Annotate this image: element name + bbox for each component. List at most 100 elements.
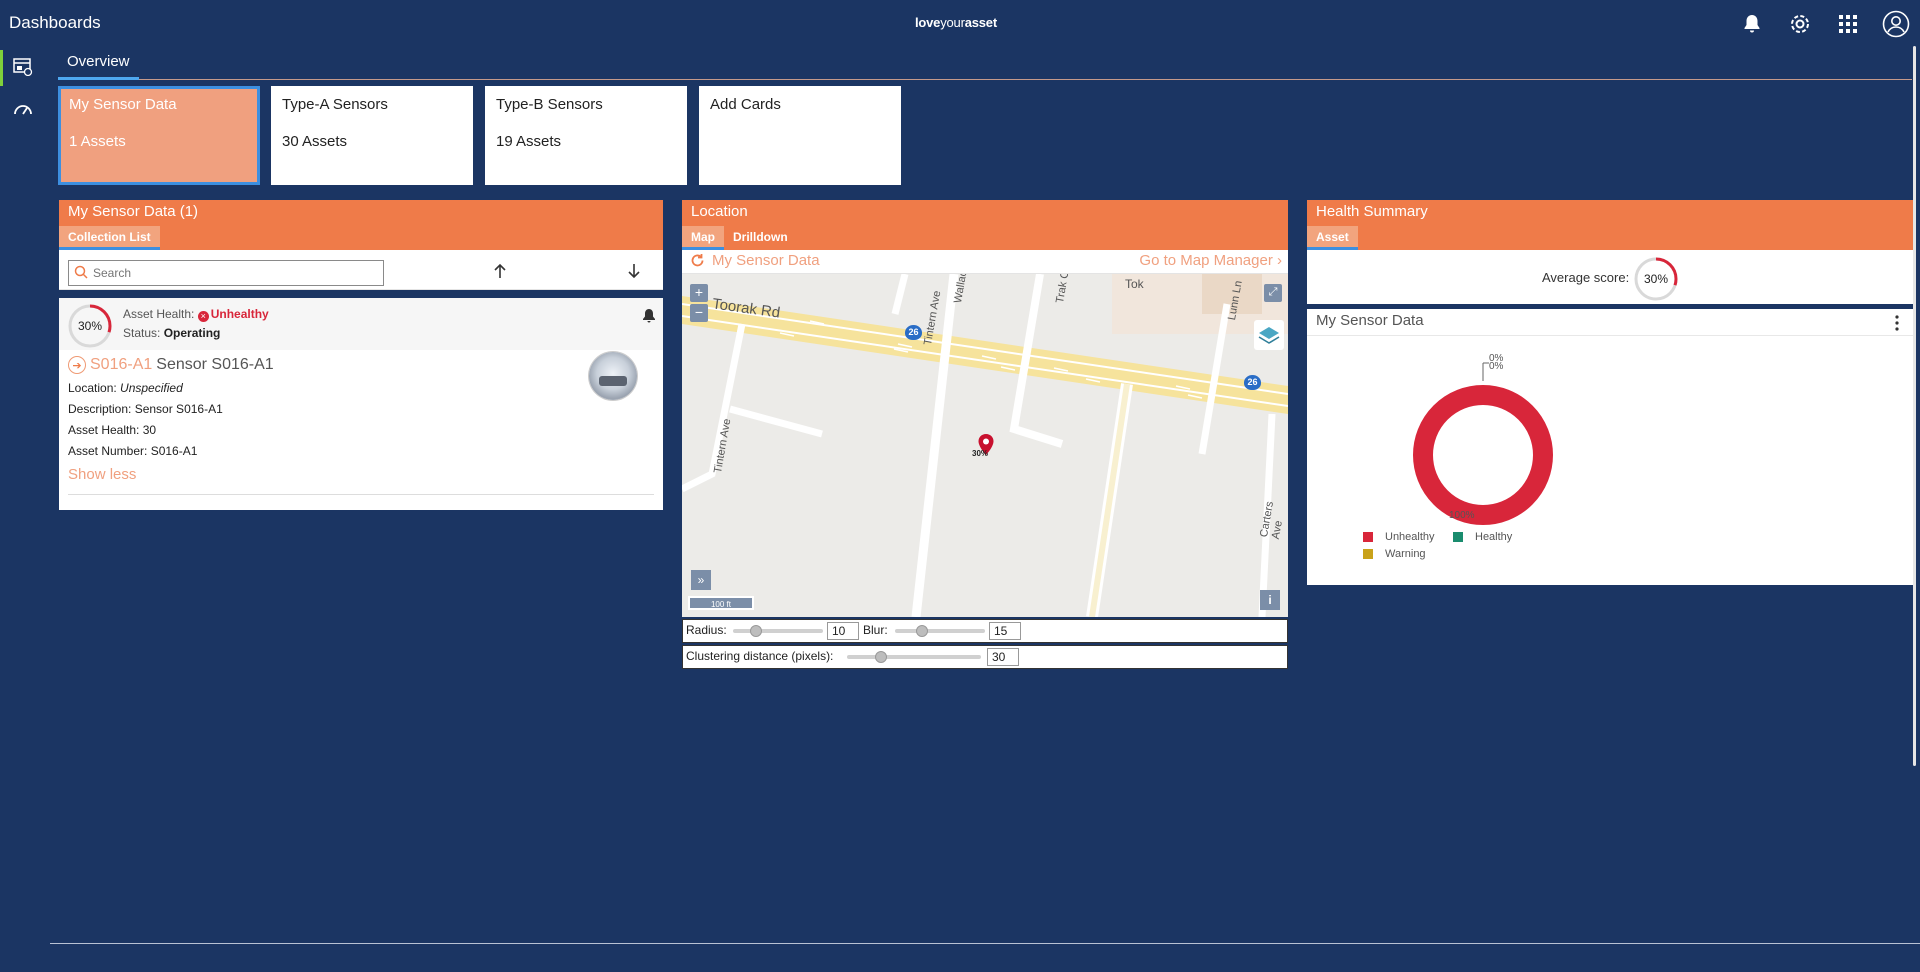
location-value: Unspecified — [120, 381, 183, 395]
average-score-value: 30% — [1643, 272, 1669, 286]
description-label: Description: — [68, 402, 132, 416]
gauge-icon[interactable] — [0, 88, 46, 130]
blur-slider-knob[interactable] — [916, 625, 928, 637]
asset-health-value: Unhealthy — [210, 307, 269, 321]
legend-swatch — [1363, 549, 1373, 559]
tab-overview[interactable]: Overview — [58, 50, 139, 80]
card-title: Type-A Sensors — [282, 96, 388, 113]
asset-name: Sensor S016-A1 — [156, 356, 274, 373]
blur-slider[interactable] — [895, 625, 985, 637]
zoom-out-button[interactable]: − — [690, 304, 708, 322]
overflow-menu-icon[interactable] — [1895, 315, 1899, 336]
refresh-icon[interactable] — [690, 253, 705, 273]
donut-label-warning: 0% — [1489, 361, 1504, 372]
card-type-b-sensors[interactable]: Type-B Sensors 19 Assets — [485, 86, 687, 185]
card-count: 19 Assets — [496, 133, 562, 150]
health-donut-card: My Sensor Data 0% 0% 100% Unhealthy Heal… — [1307, 309, 1913, 585]
asset-list-item: 30% Asset Health: × Unhealthy Status: Ope… — [59, 298, 663, 510]
poi-label: Tok — [1125, 277, 1144, 291]
blur-label: Blur: — [863, 623, 888, 637]
panel-title: Health Summary — [1316, 203, 1428, 220]
map-collection-name: My Sensor Data — [712, 252, 820, 269]
route-badge: 26 — [1244, 375, 1261, 390]
radius-slider[interactable] — [733, 625, 823, 637]
asset-details: Location: Unspecified Description: Senso… — [68, 378, 223, 462]
sort-ascending-arrow-icon[interactable] — [492, 263, 508, 284]
go-to-map-manager-label: Go to Map Manager — [1139, 252, 1273, 269]
tab-asset[interactable]: Asset — [1307, 226, 1358, 250]
status-label: Status: — [123, 326, 161, 340]
asset-id-link[interactable]: S016-A1 — [90, 356, 152, 374]
radius-input[interactable]: 10 — [827, 622, 859, 640]
left-nav-rail — [0, 46, 46, 972]
apps-grid-icon[interactable] — [1824, 8, 1872, 40]
clustering-label: Clustering distance (pixels): — [686, 649, 834, 663]
dashboard-icon[interactable] — [0, 46, 46, 88]
chevron-right-icon: › — [1277, 252, 1282, 269]
asset-score-label: 30% — [77, 319, 103, 333]
search-input[interactable] — [93, 263, 379, 283]
settings-icon[interactable] — [1776, 8, 1824, 40]
blur-input[interactable]: 15 — [989, 622, 1021, 640]
panel-header: My Sensor Data (1) Collection List — [59, 200, 663, 250]
asset-thumbnail-image — [589, 352, 637, 400]
map-subheader: My Sensor Data Go to Map Manager › — [682, 250, 1288, 274]
asset-health-ring: 30% — [67, 303, 113, 354]
bell-icon[interactable] — [1728, 8, 1776, 40]
error-x-icon: × — [197, 311, 209, 322]
donut-label-unhealthy: 100% — [1449, 510, 1475, 521]
health-summary-panel: Health Summary Asset Average score: 30% … — [1307, 200, 1913, 586]
clustering-slider[interactable] — [847, 651, 981, 663]
panel-header: Location Map Drilldown — [682, 200, 1288, 250]
card-title: Type-B Sensors — [496, 96, 603, 113]
go-to-map-manager-link[interactable]: Go to Map Manager › — [1139, 252, 1282, 269]
tab-collection-list[interactable]: Collection List — [59, 226, 160, 250]
arrow-right-icon[interactable]: ➔ — [68, 356, 86, 374]
panel-title: Location — [691, 203, 748, 220]
legend-item-unhealthy[interactable]: Unhealthy — [1363, 531, 1435, 543]
donut-slice-unhealthy[interactable] — [1413, 385, 1553, 525]
card-type-a-sensors[interactable]: Type-A Sensors 30 Assets — [271, 86, 473, 185]
legend-label: Unhealthy — [1385, 531, 1435, 543]
clustering-slider-knob[interactable] — [874, 651, 887, 663]
description-value: Sensor S016-A1 — [134, 402, 223, 416]
divider — [1307, 335, 1913, 336]
health-donut-chart — [1413, 362, 1553, 525]
map-view[interactable]: Toorak Rd Wallace Ave Trak Centre Lunn L… — [682, 274, 1288, 617]
card-my-sensor-data[interactable]: My Sensor Data 1 Assets — [58, 86, 260, 185]
card-add-cards[interactable]: Add Cards — [699, 86, 901, 185]
asset-number-value: S016-A1 — [150, 444, 198, 458]
page-scrollbar[interactable] — [1913, 46, 1916, 766]
legend-swatch — [1453, 532, 1463, 542]
info-icon[interactable]: i — [1260, 590, 1280, 610]
search-icon — [74, 265, 88, 284]
legend-item-healthy[interactable]: Healthy — [1453, 531, 1512, 543]
alert-bell-icon[interactable] — [642, 308, 656, 329]
search-box — [68, 260, 384, 286]
asset-summary-row: 30% Asset Health: × Unhealthy Status: Ope… — [59, 298, 663, 350]
fullscreen-icon[interactable]: ⤢ — [1264, 284, 1282, 302]
legend-item-warning[interactable]: Warning — [1363, 548, 1426, 560]
asset-health-num-label: Asset Health: — [68, 423, 140, 437]
zoom-in-button[interactable]: + — [690, 284, 708, 302]
tab-drilldown[interactable]: Drilldown — [724, 226, 797, 250]
list-toolbar — [59, 250, 663, 290]
divider — [68, 494, 654, 495]
map-pin-label: 30% — [972, 449, 989, 458]
route-badge: 26 — [905, 325, 922, 340]
expand-sidebar-button[interactable]: » — [691, 570, 711, 590]
top-header: Dashboards loveyourasset — [0, 0, 1920, 46]
average-score-ring: 30% — [1633, 256, 1679, 302]
health-card-title: My Sensor Data — [1316, 312, 1424, 329]
sort-descending-arrow-icon[interactable] — [626, 263, 642, 284]
user-profile-icon[interactable] — [1872, 8, 1920, 40]
radius-slider-knob[interactable] — [749, 625, 762, 637]
app-title: Dashboards — [9, 13, 101, 32]
show-less-link[interactable]: Show less — [68, 466, 136, 483]
clustering-input[interactable]: 30 — [987, 648, 1019, 666]
card-count: 30 Assets — [282, 133, 348, 150]
layers-icon[interactable] — [1254, 320, 1284, 350]
average-score-label: Average score: — [1542, 270, 1630, 285]
tab-map[interactable]: Map — [682, 226, 724, 250]
asset-health-num-value: 30 — [142, 423, 157, 437]
